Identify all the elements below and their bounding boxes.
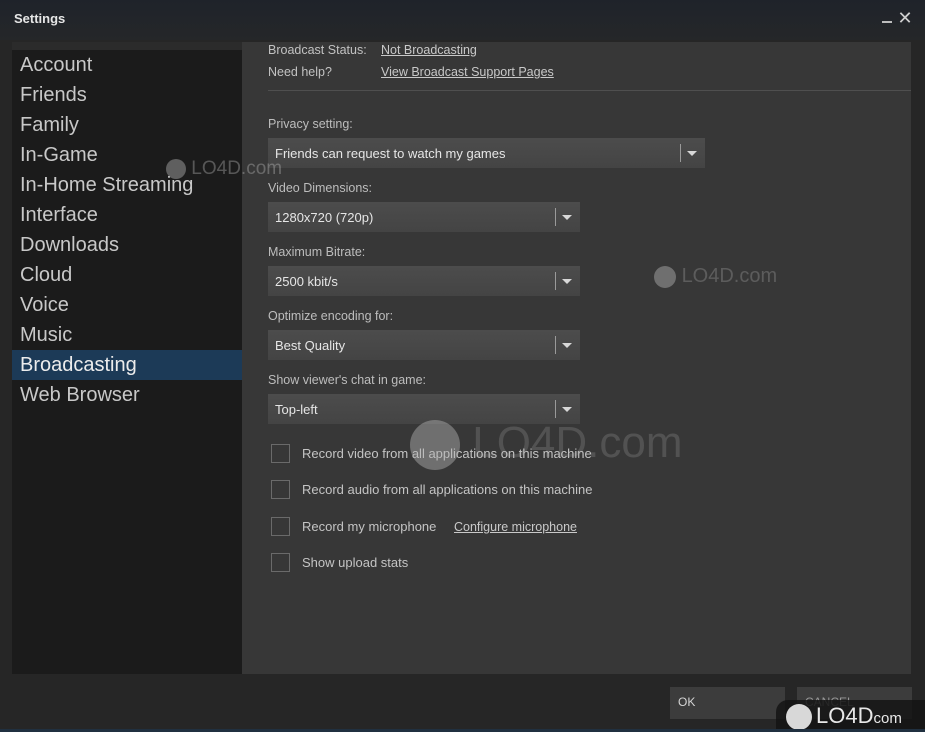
sidebar-item-account[interactable]: Account	[12, 50, 242, 80]
optimize-encoding-label: Optimize encoding for:	[268, 309, 394, 323]
sidebar-item-family[interactable]: Family	[12, 110, 242, 140]
divider	[268, 90, 911, 91]
watermark: LO4D.com	[410, 418, 683, 471]
dropdown-separator	[680, 144, 681, 162]
title-bar[interactable]: Settings ✕	[0, 0, 925, 40]
lo4d-logo-icon	[654, 265, 676, 288]
help-row: Need help? View Broadcast Support Pages	[268, 65, 554, 79]
minimize-icon	[882, 21, 892, 23]
settings-sidebar: Account Friends Family In-Game In-Home S…	[12, 42, 242, 674]
lo4d-logo-icon	[410, 420, 460, 471]
record-microphone-label: Record my microphone	[302, 519, 437, 534]
broadcast-status-row: Broadcast Status: Not Broadcasting	[268, 43, 477, 57]
need-help-label: Need help?	[268, 65, 332, 79]
dropdown-separator	[555, 400, 556, 418]
configure-microphone-link[interactable]: Configure microphone	[454, 520, 577, 534]
viewer-chat-label: Show viewer's chat in game:	[268, 373, 427, 387]
dropdown-separator	[555, 208, 556, 226]
sidebar-item-web-browser[interactable]: Web Browser	[12, 380, 242, 410]
chevron-down-icon	[562, 215, 572, 220]
record-microphone-checkbox[interactable]	[271, 517, 290, 536]
minimize-button[interactable]	[878, 8, 896, 28]
chevron-down-icon	[562, 407, 572, 412]
sidebar-item-interface[interactable]: Interface	[12, 200, 242, 230]
optimize-encoding-value: Best Quality	[275, 338, 346, 353]
record-audio-checkbox[interactable]	[271, 480, 290, 499]
privacy-setting-dropdown[interactable]: Friends can request to watch my games	[268, 138, 705, 168]
lo4d-logo-icon	[786, 704, 812, 731]
dropdown-separator	[555, 272, 556, 290]
sidebar-item-downloads[interactable]: Downloads	[12, 230, 242, 260]
window-title: Settings	[14, 11, 66, 26]
record-video-checkbox[interactable]	[271, 444, 290, 463]
sidebar-item-cloud[interactable]: Cloud	[12, 260, 242, 290]
broadcast-status-link[interactable]: Not Broadcasting	[381, 43, 477, 57]
record-audio-label: Record audio from all applications on th…	[302, 482, 593, 497]
chevron-down-icon	[562, 279, 572, 284]
sidebar-header-strip	[12, 42, 242, 50]
maximum-bitrate-label: Maximum Bitrate:	[268, 245, 366, 259]
sidebar-nav: Account Friends Family In-Game In-Home S…	[12, 50, 242, 410]
sidebar-item-voice[interactable]: Voice	[12, 290, 242, 320]
support-pages-link[interactable]: View Broadcast Support Pages	[381, 65, 554, 79]
privacy-setting-value: Friends can request to watch my games	[275, 146, 506, 161]
maximum-bitrate-value: 2500 kbit/s	[275, 274, 338, 289]
ok-button[interactable]: OK	[670, 687, 785, 719]
optimize-encoding-dropdown[interactable]: Best Quality	[268, 330, 580, 360]
sidebar-item-broadcasting[interactable]: Broadcasting	[12, 350, 242, 380]
close-icon: ✕	[897, 8, 913, 28]
video-dimensions-value: 1280x720 (720p)	[275, 210, 374, 225]
show-upload-stats-checkbox[interactable]	[271, 553, 290, 572]
broadcast-status-label: Broadcast Status:	[268, 43, 367, 57]
watermark: LO4D.com	[654, 265, 777, 288]
sidebar-item-music[interactable]: Music	[12, 320, 242, 350]
sidebar-item-friends[interactable]: Friends	[12, 80, 242, 110]
viewer-chat-value: Top-left	[275, 402, 318, 417]
chevron-down-icon	[562, 343, 572, 348]
close-button[interactable]: ✕	[896, 8, 914, 28]
chevron-down-icon	[687, 151, 697, 156]
maximum-bitrate-dropdown[interactable]: 2500 kbit/s	[268, 266, 580, 296]
show-upload-stats-label: Show upload stats	[302, 555, 409, 570]
video-dimensions-label: Video Dimensions:	[268, 181, 372, 195]
privacy-setting-label: Privacy setting:	[268, 117, 353, 131]
lo4d-logo-icon	[166, 158, 186, 179]
dropdown-separator	[555, 336, 556, 354]
broadcasting-panel: Broadcast Status: Not Broadcasting Need h…	[242, 42, 911, 674]
watermark-badge: LO4Dcom	[776, 700, 925, 732]
video-dimensions-dropdown[interactable]: 1280x720 (720p)	[268, 202, 580, 232]
watermark: LO4D.com	[166, 158, 282, 180]
